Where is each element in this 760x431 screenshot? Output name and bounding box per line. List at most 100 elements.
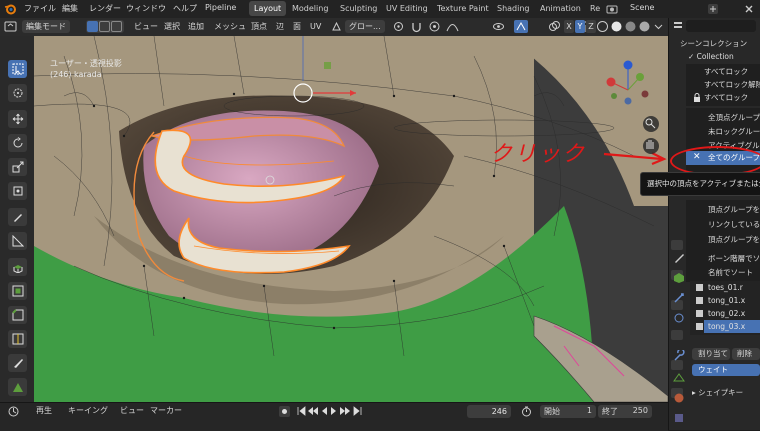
timeline-keying-menu[interactable]: キーイング (68, 404, 108, 418)
viewport-visibility-icon[interactable] (492, 20, 505, 33)
3d-viewport[interactable]: ユーザー・透視投影 (246) karada クリック (34, 36, 668, 402)
vgroup-row-2[interactable]: tong_01.x (708, 295, 760, 306)
lock-menu-item-2[interactable]: すべてロック解除 (704, 79, 760, 91)
header-add-menu[interactable]: 追加 (184, 20, 208, 33)
edge-select-icon[interactable] (99, 21, 110, 32)
tab-texture-paint[interactable]: Texture Paint (432, 1, 494, 16)
header-view-menu[interactable]: ビュー (130, 20, 162, 33)
gizmo-toggle-icon[interactable] (514, 20, 528, 33)
material-icon[interactable] (673, 392, 685, 404)
menu-vgroup-item-b[interactable]: 頂点グループを (708, 234, 760, 246)
tool-properties-icon[interactable] (673, 252, 685, 264)
physics-icon[interactable] (673, 312, 685, 324)
mirror-x-toggle[interactable]: X (564, 20, 574, 33)
menu-unlocked-groups[interactable]: 未ロックグループ (708, 126, 760, 138)
falloff-icon[interactable] (446, 20, 459, 33)
scene-icon[interactable] (606, 3, 618, 15)
shading-rendered-icon[interactable] (638, 20, 651, 33)
object-data-icon[interactable] (673, 272, 685, 284)
menu-name-sort[interactable]: 名前でソート (708, 267, 753, 279)
scale-tool-icon[interactable] (8, 158, 27, 176)
new-scene-icon[interactable] (706, 2, 720, 16)
close-scene-icon[interactable] (742, 2, 756, 16)
menu-bone-hierarchy-sort[interactable]: ボーン階層でソ (708, 253, 760, 265)
mirror-z-toggle[interactable]: Z (586, 20, 596, 33)
menu-window[interactable]: ウィンドウ (126, 3, 166, 14)
vertex-select-icon[interactable] (87, 21, 98, 32)
header-vertex-menu[interactable]: 頂点 (247, 20, 271, 33)
outliner-display-icon[interactable] (672, 20, 684, 32)
timeline-playback-menu[interactable]: 再生 (36, 404, 52, 418)
snap-icon[interactable] (410, 20, 423, 33)
tab-modeling[interactable]: Modeling (287, 1, 333, 16)
proportional-editing-icon[interactable] (428, 20, 441, 33)
tab-more[interactable]: Re (585, 1, 605, 16)
wrench-icon[interactable] (673, 348, 685, 362)
timeline-marker-menu[interactable]: マーカー (150, 404, 182, 418)
mirror-y-toggle[interactable]: Y (575, 20, 585, 33)
vgroup-row-3[interactable]: tong_02.x (708, 308, 760, 319)
current-frame-field[interactable]: 246 (467, 405, 511, 418)
transform-tool-icon[interactable] (8, 182, 27, 200)
menu-link-item[interactable]: リンクしている (708, 219, 760, 231)
pivot-point-icon[interactable] (392, 20, 405, 33)
menu-render[interactable]: レンダー (89, 3, 121, 14)
knife-tool-icon[interactable] (8, 354, 27, 372)
record-button-icon[interactable] (279, 406, 290, 417)
vgroup-row-4-selected[interactable]: tong_03.x (708, 321, 760, 332)
poly-build-tool-icon[interactable] (8, 378, 27, 396)
transform-orientation-icon[interactable] (330, 20, 343, 33)
header-uv-menu[interactable]: UV (306, 20, 325, 33)
remove-button[interactable]: 削除 (732, 348, 760, 360)
move-tool-icon[interactable] (8, 110, 27, 128)
loop-cut-tool-icon[interactable] (8, 330, 27, 348)
timeline-view-menu[interactable]: ビュー (120, 404, 144, 418)
header-face-menu[interactable]: 面 (289, 20, 305, 33)
cursor-tool-icon[interactable] (8, 84, 27, 102)
outliner-search[interactable] (686, 20, 756, 32)
transform-orientation-dropdown[interactable]: グロー... (345, 20, 385, 33)
header-select-menu[interactable]: 選択 (160, 20, 184, 33)
lock-menu-item-3[interactable]: すべてロック (704, 92, 748, 104)
assign-button[interactable]: 割り当て (692, 348, 730, 360)
start-frame-field[interactable]: 開始 1 (540, 405, 596, 418)
end-frame-field[interactable]: 終了 250 (598, 405, 652, 418)
weight-field[interactable]: ウェイト (692, 364, 760, 376)
modifier-icon[interactable] (673, 292, 685, 304)
shading-material-icon[interactable] (624, 20, 637, 33)
menu-file[interactable]: ファイル (24, 3, 56, 14)
texture-icon[interactable] (673, 412, 685, 424)
shape-keys-panel-header[interactable]: ▸ シェイプキー (692, 387, 743, 399)
tab-sculpting[interactable]: Sculpting (335, 1, 382, 16)
timeline-editor-icon[interactable] (8, 406, 19, 417)
outliner-collection[interactable]: ✓ Collection (688, 51, 734, 63)
blender-logo-icon[interactable] (4, 3, 16, 15)
editor-type-icon[interactable] (4, 20, 17, 33)
shading-dropdown-icon[interactable] (652, 20, 665, 33)
tab-uv-editing[interactable]: UV Editing (381, 1, 433, 16)
tab-shading[interactable]: Shading (492, 1, 535, 16)
shading-solid-icon[interactable] (610, 20, 623, 33)
extrude-tool-icon[interactable] (8, 258, 27, 276)
outliner-scene-collection[interactable]: シーンコレクション (680, 38, 747, 50)
menu-pipeline[interactable]: Pipeline (205, 3, 236, 12)
measure-tool-icon[interactable] (8, 232, 27, 250)
menu-vgroup-item-a[interactable]: 頂点グループをソ (708, 204, 760, 216)
mesh-data-icon[interactable] (673, 372, 685, 384)
inset-tool-icon[interactable] (8, 282, 27, 300)
menu-edit[interactable]: 編集 (62, 3, 78, 14)
scene-name[interactable]: Scene (630, 3, 654, 12)
lock-menu-item-1[interactable]: すべてロック (704, 66, 748, 78)
header-edge-menu[interactable]: 辺 (272, 20, 288, 33)
rotate-tool-icon[interactable] (8, 134, 27, 152)
annotate-tool-icon[interactable] (8, 208, 27, 226)
tab-animation[interactable]: Animation (535, 1, 586, 16)
mode-dropdown[interactable]: 編集モード (22, 20, 70, 33)
tab-layout[interactable]: Layout (249, 1, 287, 16)
face-select-icon[interactable] (111, 21, 122, 32)
menu-help[interactable]: ヘルプ (173, 3, 197, 14)
overlays-icon[interactable] (548, 20, 561, 33)
header-mesh-menu[interactable]: メッシュ (210, 20, 250, 33)
select-tool-icon[interactable] (8, 60, 27, 78)
bevel-tool-icon[interactable] (8, 306, 27, 324)
